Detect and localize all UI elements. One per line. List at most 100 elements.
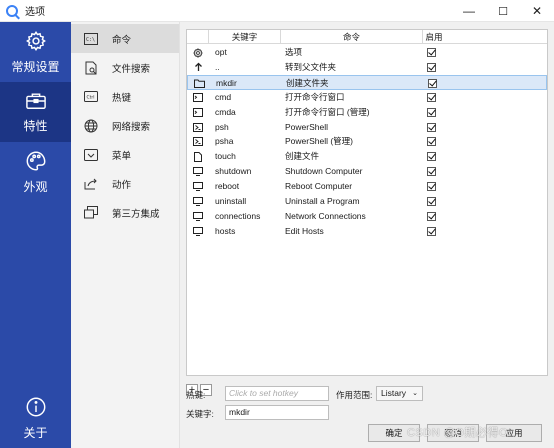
row-enabled-checkbox[interactable] [427,134,439,149]
row-enabled-checkbox[interactable] [427,194,439,209]
folder-icon [193,76,205,91]
row-command: 打开命令行窗口 [285,91,345,102]
row-command: PowerShell [285,121,328,132]
title-bar: 选项 — ☐ ✕ [0,0,554,22]
table-row[interactable]: connections Network Connections [187,209,547,224]
sidebar-item-features[interactable]: 特性 [0,82,71,142]
header-command[interactable]: 命令 [281,30,423,44]
keyword-label: 关键字: [186,409,214,419]
sidebar-item-general[interactable]: 常规设置 [0,22,71,82]
hotkey-label: 热键: [186,390,206,400]
row-command: 创建文件 [285,151,320,162]
table-row[interactable]: cmda 打开命令行窗口 (管理) [187,105,547,120]
sidebar-item-about[interactable]: 关于 [0,388,71,448]
nav-item-file-search[interactable]: 文件搜索 [71,53,179,82]
row-command: 打开命令行窗口 (管理) [285,106,370,117]
table-row[interactable]: psha PowerShell (管理) [187,134,547,149]
svg-text:C:\: C:\ [86,37,95,43]
row-keyword: cmd [215,91,232,102]
row-enabled-checkbox[interactable] [427,209,439,224]
row-enabled-checkbox[interactable] [427,179,439,194]
table-row[interactable]: mkdir 创建文件夹 [187,74,547,91]
display-icon [192,209,204,224]
sidebar-item-label: 特性 [23,118,48,133]
table-row[interactable]: cmd 打开命令行窗口 [187,90,547,105]
header-keyword[interactable]: 关键字 [209,30,281,44]
nav-item-web-search[interactable]: 网络搜索 [71,111,179,140]
row-keyword: touch [215,151,236,162]
table-row[interactable]: shutdown Shutdown Computer [187,164,547,179]
row-command: Shutdown Computer [285,166,363,177]
row-command: Reboot Computer [285,181,353,192]
header-enabled[interactable]: 启用 [423,30,445,44]
row-enabled-checkbox[interactable] [427,149,439,164]
window-controls: — ☐ ✕ [452,0,554,22]
row-command: PowerShell (管理) [285,136,354,147]
nav-item-actions[interactable]: 动作 [71,169,179,198]
row-command: Network Connections [285,210,366,221]
table-row[interactable]: .. 转到父文件夹 [187,60,547,75]
header-icon-column [187,30,209,44]
table-row[interactable]: psh PowerShell [187,120,547,135]
display-icon [192,224,204,239]
display-icon [192,164,204,179]
row-enabled-checkbox[interactable] [427,105,439,120]
window-title: 选项 [25,7,45,18]
app-search-icon [6,4,18,17]
table-row[interactable]: opt 选项 [187,45,547,60]
nav-item-label: 热键 [112,92,132,104]
row-enabled-checkbox[interactable] [427,90,439,105]
toolbox-icon [25,91,47,111]
row-keyword: hosts [215,225,236,236]
palette-icon [25,150,47,172]
row-keyword: connections [215,210,261,221]
row-keyword: psha [215,136,234,147]
nav-item-menu[interactable]: 菜单 [71,140,179,169]
row-enabled-checkbox[interactable] [427,45,439,60]
menu-icon [84,148,98,162]
table-row[interactable]: touch 创建文件 [187,149,547,164]
row-enabled-checkbox[interactable] [427,120,439,135]
watermark-text: CSDN @O期必得O [407,427,509,439]
row-keyword: .. [215,61,220,72]
table-row[interactable]: uninstall Uninstall a Program [187,194,547,209]
commands-table[interactable]: 关键字 命令 启用 opt 选项.. 转到父文件夹 mkdir 创建文件夹 cmd 打开命令… [186,29,548,376]
nav-item-label: 第三方集成 [112,208,160,220]
gear-icon [192,45,204,60]
integration-icon [84,206,98,220]
nav-item-integrations[interactable]: 第三方集成 [71,198,179,227]
terminal-icon [192,90,204,105]
nav-item-commands[interactable]: C:\ 命令 [71,24,179,53]
row-keyword: cmda [215,106,236,117]
nav-item-label: 菜单 [112,150,132,162]
maximize-button[interactable]: ☐ [486,0,520,22]
scope-select[interactable]: Listary ⌄ [376,386,423,401]
svg-text:Ctrl: Ctrl [87,95,95,101]
commands-panel: 关键字 命令 启用 opt 选项.. 转到父文件夹 mkdir 创建文件夹 cmd 打开命令… [180,22,554,448]
row-command: 创建文件夹 [286,77,329,88]
keyword-input[interactable]: mkdir [225,405,329,420]
row-keyword: mkdir [216,77,237,88]
sidebar-item-label: 关于 [23,425,48,440]
table-row[interactable]: reboot Reboot Computer [187,179,547,194]
sidebar-item-label: 常规设置 [11,59,60,74]
scope-label: 作用范围: [336,390,373,400]
up-arrow-icon [192,60,204,75]
row-enabled-checkbox[interactable] [427,164,439,179]
sidebar-item-appearance[interactable]: 外观 [0,142,71,202]
minimize-button[interactable]: — [452,0,486,22]
table-row[interactable]: hosts Edit Hosts [187,224,547,239]
row-enabled-checkbox[interactable] [427,60,439,75]
powershell-icon [192,134,204,149]
row-command: Edit Hosts [285,225,324,236]
close-button[interactable]: ✕ [520,0,554,22]
row-enabled-checkbox[interactable] [427,224,439,239]
nav-item-label: 文件搜索 [112,63,151,75]
hotkey-input[interactable]: Click to set hotkey [225,386,329,401]
nav-item-hotkeys[interactable]: Ctrl 热键 [71,82,179,111]
feature-nav: C:\ 命令 文件搜索 Ctrl 热键 网络搜索 菜单 动作 第三方集成 [71,22,180,448]
file-icon [192,149,204,164]
gear-icon [25,30,47,52]
row-enabled-checkbox[interactable] [428,76,440,91]
keyboard-icon: Ctrl [84,90,98,104]
